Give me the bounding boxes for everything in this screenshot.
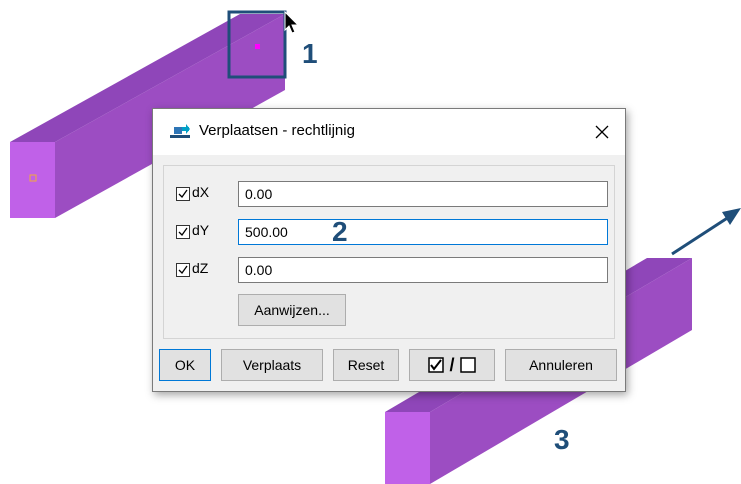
dialog-button-row: OK Verplaats Reset / Annuleren xyxy=(153,349,625,383)
step-label-2: 2 xyxy=(332,216,348,247)
row-dx: dX 0.00 xyxy=(164,180,614,208)
beam-moved-front xyxy=(385,412,430,484)
dy-input[interactable]: 500.00 xyxy=(238,219,608,245)
beam-original-front xyxy=(10,142,55,218)
checkmark-icon xyxy=(178,265,188,275)
direction-arrow-icon xyxy=(671,208,741,256)
offset-group: dX 0.00 dY 500.00 dZ 0.00 Aanwijzen... xyxy=(163,165,615,339)
dz-label: dZ xyxy=(192,260,209,276)
dy-label: dY xyxy=(192,222,210,238)
checkmark-icon xyxy=(178,189,188,199)
dz-input[interactable]: 0.00 xyxy=(238,257,608,283)
checked-box-icon xyxy=(428,357,445,373)
row-dy: dY 500.00 xyxy=(164,218,614,246)
pick-button[interactable]: Aanwijzen... xyxy=(238,294,346,326)
step-label-1: 1 xyxy=(302,38,318,69)
move-straight-icon xyxy=(169,123,191,141)
checkmark-icon xyxy=(178,227,188,237)
dx-label: dX xyxy=(192,184,210,200)
dx-checkbox[interactable] xyxy=(176,187,190,201)
row-dz: dZ 0.00 xyxy=(164,256,614,284)
step-label-3: 3 xyxy=(554,424,570,455)
dialog-titlebar[interactable]: Verplaatsen - rechtlijnig xyxy=(153,109,625,155)
unchecked-box-icon xyxy=(459,357,476,373)
dialog-title: Verplaatsen - rechtlijnig xyxy=(199,122,355,139)
dy-checkbox[interactable] xyxy=(176,225,190,239)
cancel-button[interactable]: Annuleren xyxy=(505,349,617,381)
reset-button[interactable]: Reset xyxy=(333,349,399,381)
ok-button[interactable]: OK xyxy=(159,349,211,381)
move-button[interactable]: Verplaats xyxy=(221,349,323,381)
close-button[interactable] xyxy=(579,109,625,155)
pick-point-marker xyxy=(255,44,260,49)
toggle-separator: / xyxy=(449,354,455,375)
dx-input[interactable]: 0.00 xyxy=(238,181,608,207)
toggle-all-checkboxes-button[interactable]: / xyxy=(409,349,495,381)
mouse-cursor-icon xyxy=(284,10,300,34)
move-linear-dialog: Verplaatsen - rechtlijnig dX 0.00 dY 500… xyxy=(152,108,626,392)
dz-checkbox[interactable] xyxy=(176,263,190,277)
close-icon xyxy=(595,125,609,139)
